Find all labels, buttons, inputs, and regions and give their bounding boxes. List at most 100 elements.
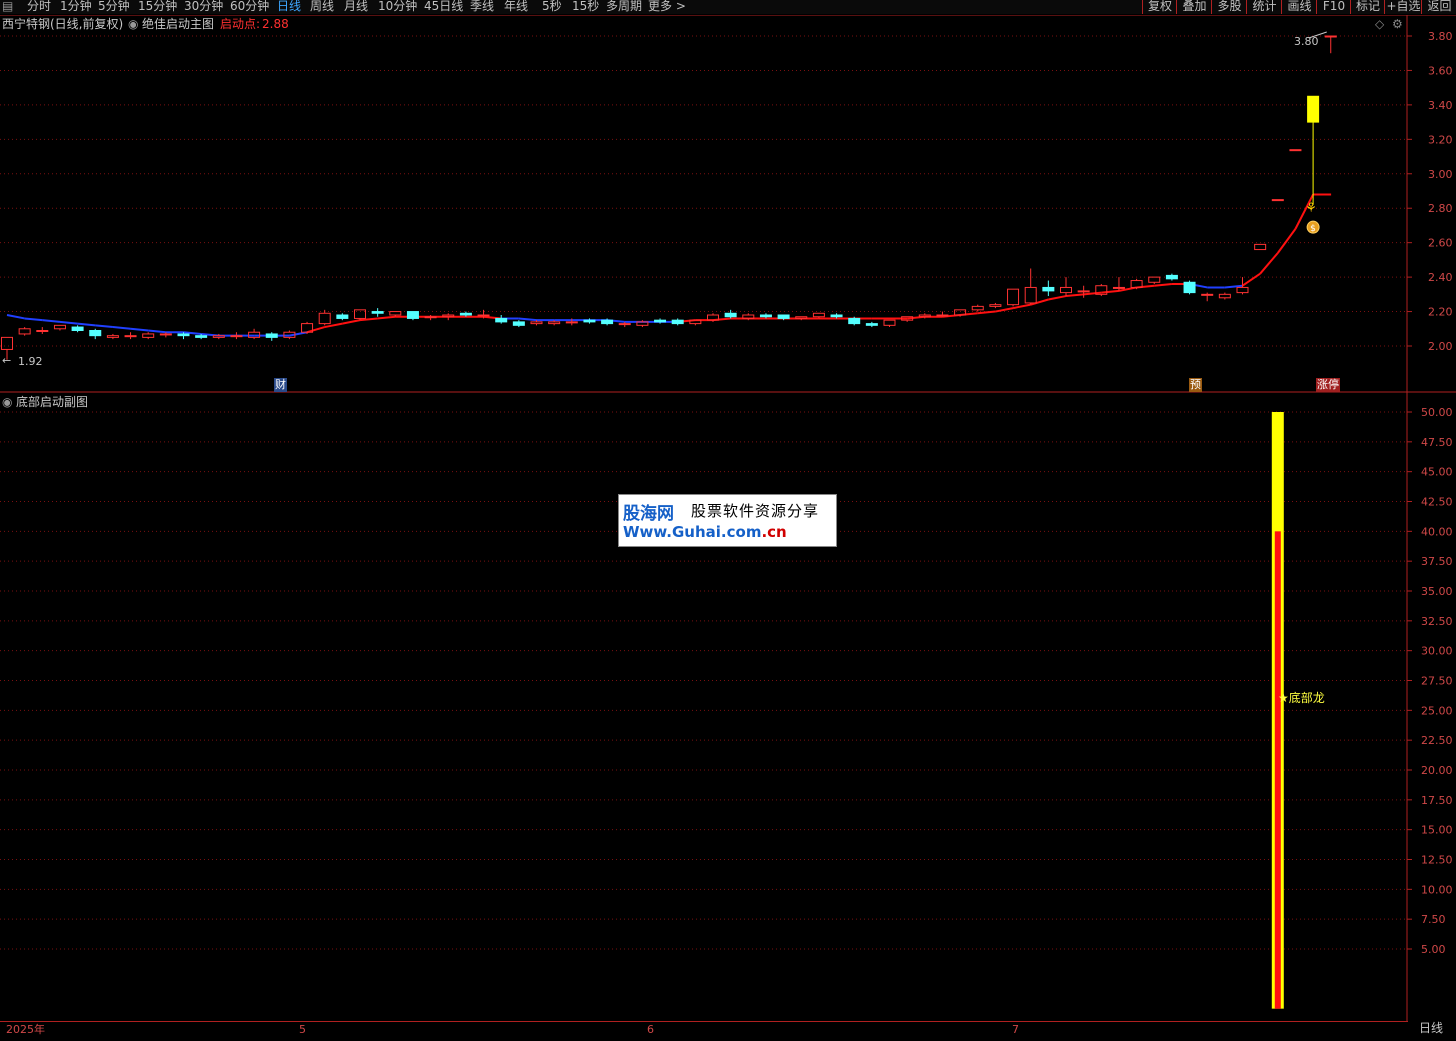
period-tab-10[interactable]: 45日线 (424, 0, 463, 13)
y-tick-label: 2.80 (1428, 202, 1453, 215)
candle (1218, 292, 1231, 300)
candle-body (53, 324, 66, 330)
sub-y-tick-label: 40.00 (1421, 525, 1453, 538)
sub-y-tick-label: 45.00 (1421, 466, 1453, 479)
period-tab-1[interactable]: 1分钟 (60, 0, 92, 13)
period-tab-8[interactable]: 月线 (344, 0, 368, 13)
candle (1095, 284, 1108, 297)
period-tab-13[interactable]: 5秒 (542, 0, 562, 13)
date-label-year: 2025年 (6, 1023, 45, 1036)
badge-forecast[interactable]: 预 (1189, 378, 1202, 392)
toolbar-button-1[interactable]: 叠加 (1176, 0, 1212, 14)
period-tab-5[interactable]: 60分钟 (230, 0, 269, 13)
candle-body (106, 335, 119, 338)
candle (848, 316, 861, 326)
period-tab-4[interactable]: 30分钟 (184, 0, 223, 13)
ma-segment (995, 307, 1014, 313)
sub-y-tick-label: 17.50 (1421, 794, 1453, 807)
candle-body (459, 312, 472, 316)
candle-body (142, 333, 155, 338)
ma-segment (289, 331, 308, 337)
candle-body (618, 323, 631, 326)
candle (971, 304, 984, 312)
candle (371, 308, 384, 317)
ma-segment (1154, 283, 1172, 287)
period-tab-7[interactable]: 周线 (310, 0, 334, 13)
badge-finance[interactable]: 财 (274, 378, 287, 392)
candle-body (159, 333, 172, 336)
badge-limit-up[interactable]: 涨停 (1316, 378, 1340, 392)
candle-body (1148, 276, 1161, 283)
candle (495, 315, 508, 324)
sub-y-tick-label: 27.50 (1421, 675, 1453, 688)
candle-body (671, 319, 684, 325)
candle (883, 319, 896, 328)
candle (707, 313, 719, 322)
candle (1271, 199, 1284, 202)
toolbar-button-3[interactable]: 统计 (1246, 0, 1282, 14)
toolbar-button-7[interactable]: +自选 (1384, 0, 1422, 14)
candle (1307, 95, 1320, 205)
y-tick-label: 2.20 (1428, 306, 1453, 319)
ma-segment (342, 319, 361, 325)
period-tab-2[interactable]: 5分钟 (98, 0, 130, 13)
candle-body (1042, 286, 1055, 292)
candle (301, 321, 314, 334)
candle-body (1112, 286, 1125, 289)
candle-body (71, 326, 84, 331)
candle (265, 332, 278, 341)
period-tab-6[interactable]: 日线 (277, 0, 301, 13)
watermark-brand: 股海网 (623, 504, 674, 524)
candle-body (512, 321, 525, 326)
candle (89, 328, 102, 340)
period-tab-9[interactable]: 10分钟 (378, 0, 417, 13)
candle-body (389, 311, 402, 316)
period-tab-14[interactable]: 15秒 (572, 0, 599, 13)
period-indicator[interactable]: 日线 (1419, 1021, 1443, 1035)
ma-segment (95, 324, 113, 329)
y-tick-label: 2.60 (1428, 237, 1453, 250)
sub-indicator-chart[interactable]: 50.00 47.50 45.00 42.50 40.00 37.50 35.00 32.50… (0, 393, 1456, 1021)
period-tab-11[interactable]: 季线 (470, 0, 494, 13)
candle (1148, 276, 1161, 284)
period-tab-0[interactable]: 分时 (27, 0, 51, 13)
candle-body (1324, 35, 1337, 38)
toolbar-button-6[interactable]: 标记 (1350, 0, 1385, 14)
candle-body (936, 314, 949, 317)
ma-segment (377, 315, 396, 320)
candle (865, 321, 878, 328)
candle (1112, 277, 1125, 291)
toolbar-button-0[interactable]: 复权 (1142, 0, 1177, 14)
ma-segment (42, 319, 61, 323)
date-label-may: 5 (299, 1023, 306, 1036)
candle (1324, 35, 1337, 54)
ma-segment (148, 329, 166, 334)
ma-segment (112, 326, 131, 330)
candle-body (406, 311, 419, 319)
ma-segment (6, 314, 25, 320)
money-bag-symbol: $ (1310, 224, 1316, 234)
toolbar-button-2[interactable]: 多股 (1211, 0, 1247, 14)
bottom-dragon-signal: ★底部龙 (1278, 691, 1325, 705)
candle (671, 318, 684, 326)
period-tab-12[interactable]: 年线 (504, 0, 528, 13)
toolbar-button-8[interactable]: 返回 (1421, 0, 1456, 14)
period-tab-3[interactable]: 15分钟 (138, 0, 177, 13)
candle-body (1201, 293, 1214, 296)
period-tab-16[interactable]: 更多 > (648, 0, 686, 13)
candle-body (1077, 290, 1090, 293)
candle (1077, 285, 1090, 298)
sub-y-tick-label: 47.50 (1421, 436, 1453, 449)
toolbar-button-4[interactable]: 画线 (1281, 0, 1317, 14)
low-price-marker: 1.92 (18, 355, 43, 368)
menu-icon[interactable]: ▤ (2, 0, 13, 13)
toolbar-button-5[interactable]: F10 (1316, 0, 1351, 14)
period-tab-15[interactable]: 多周期 (606, 0, 642, 13)
candle-body (1024, 286, 1037, 304)
candle-body (777, 314, 790, 319)
candle (18, 327, 31, 336)
candle-body (654, 319, 667, 323)
candle (442, 313, 455, 321)
candle (1201, 292, 1214, 302)
main-candlestick-chart[interactable]: 3.80 3.60 3.40 3.20 3.00 2.80 2.60 2.40 2.20 2.00… (0, 15, 1456, 393)
